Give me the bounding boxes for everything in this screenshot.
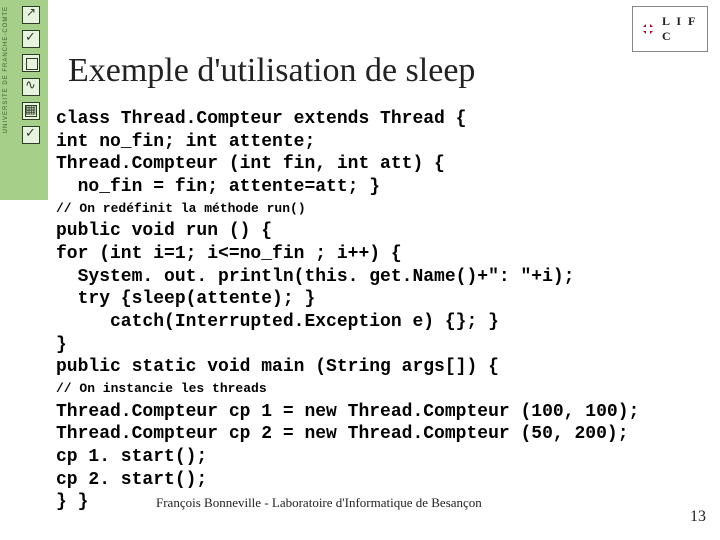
sidebar-icon-stack bbox=[22, 6, 40, 144]
sidebar-icon-wave bbox=[22, 78, 40, 96]
slide-title: Exemple d'utilisation de sleep bbox=[68, 52, 475, 90]
page-number: 13 bbox=[690, 508, 706, 526]
sidebar: UNIVERSITÉ DE FRANCHE-COMTÉ bbox=[0, 0, 48, 200]
footer-author: François Bonneville - Laboratoire d'Info… bbox=[156, 495, 482, 510]
sidebar-icon-check-2 bbox=[22, 126, 40, 144]
lifc-logo-text: L I F C bbox=[662, 14, 703, 44]
sidebar-university-label: UNIVERSITÉ DE FRANCHE-COMTÉ bbox=[3, 6, 9, 133]
lifc-logo: L I F C bbox=[632, 6, 708, 52]
sidebar-icon-check bbox=[22, 30, 40, 48]
slide: UNIVERSITÉ DE FRANCHE-COMTÉ L I F C Exem… bbox=[0, 0, 720, 540]
sidebar-icon-arrow bbox=[22, 6, 40, 24]
code-block-2: public void run () { for (int i=1; i<=no… bbox=[56, 220, 676, 379]
lifc-logo-icon bbox=[637, 18, 659, 40]
sidebar-icon-calendar bbox=[22, 102, 40, 120]
sidebar-icon-grid bbox=[22, 54, 40, 72]
code-comment-2: // On instancie les threads bbox=[56, 381, 676, 397]
slide-body: class Thread.Compteur extends Thread { i… bbox=[56, 108, 676, 514]
code-block-1: class Thread.Compteur extends Thread { i… bbox=[56, 108, 676, 199]
code-comment-1: // On redéfinit la méthode run() bbox=[56, 201, 676, 217]
